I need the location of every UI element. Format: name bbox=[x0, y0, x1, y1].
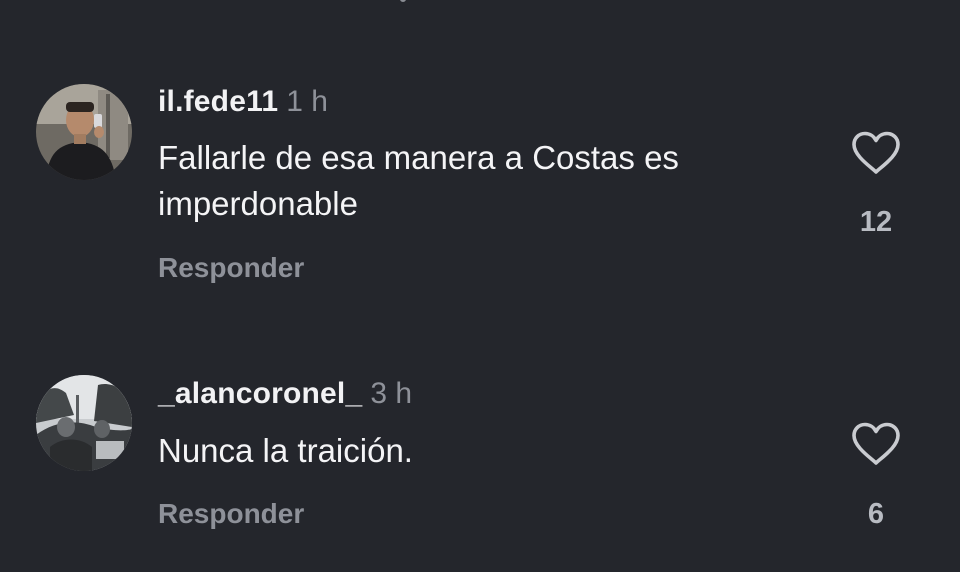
comment-text: Fallarle de esa manera a Costas es imper… bbox=[158, 139, 679, 222]
like-button[interactable] bbox=[850, 421, 902, 467]
comment-item: il.fede11 1 h Fallarle de esa manera a Co… bbox=[0, 0, 960, 300]
comment-item: _alancoronel_ 3 h Nunca la traición. Resp… bbox=[0, 300, 960, 572]
like-count: 12 bbox=[859, 206, 893, 238]
comment-timestamp: 3 h bbox=[370, 377, 413, 410]
reply-button[interactable]: Responder bbox=[158, 498, 304, 530]
comment-header: _alancoronel_ 3 h bbox=[158, 376, 412, 412]
like-button[interactable] bbox=[850, 130, 902, 176]
reply-button[interactable]: Responder bbox=[158, 252, 304, 284]
avatar-photo bbox=[36, 375, 132, 471]
comments-panel: il.fede11 1 h Fallarle de esa manera a Co… bbox=[0, 0, 960, 572]
like-count: 6 bbox=[867, 498, 885, 530]
username[interactable]: il.fede11 bbox=[158, 85, 278, 118]
comment-header: il.fede11 1 h bbox=[158, 84, 328, 120]
comment-timestamp: 1 h bbox=[286, 85, 328, 118]
comment-text: Nunca la traición. bbox=[158, 432, 413, 469]
avatar-photo bbox=[36, 84, 132, 180]
avatar[interactable] bbox=[36, 375, 132, 471]
username[interactable]: _alancoronel_ bbox=[158, 377, 362, 410]
heart-outline-icon bbox=[852, 131, 900, 174]
avatar[interactable] bbox=[36, 84, 132, 180]
heart-outline-icon bbox=[852, 422, 900, 465]
